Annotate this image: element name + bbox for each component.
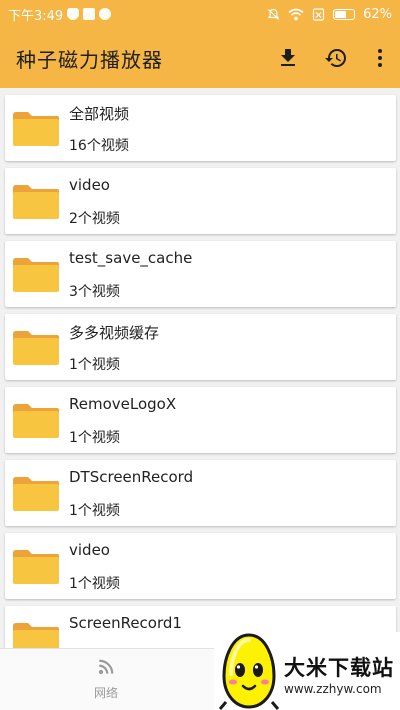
watermark-title: 大米下载站 xyxy=(284,656,394,680)
folder-video-count: 2个视频 xyxy=(69,211,120,227)
nav-network[interactable]: 网络 xyxy=(70,657,142,705)
watermark: 大米下载站 www.zzhyw.com xyxy=(214,632,400,710)
app-title: 种子磁力播放器 xyxy=(16,47,163,72)
folder-card[interactable]: DTScreenRecord 1个视频 xyxy=(5,460,396,526)
folder-list[interactable]: 全部视频 16个视频 video 2个视频 test_save_cache 3个视频多多视… xyxy=(0,88,400,648)
folder-card[interactable]: 多多视频缓存 1个视频 xyxy=(5,314,396,380)
download-button[interactable] xyxy=(264,34,312,82)
more-vert-icon xyxy=(378,49,382,67)
folder-icon xyxy=(13,477,59,511)
battery-percent: 62% xyxy=(363,6,392,22)
folder-name: DTScreenRecord xyxy=(69,468,194,486)
watermark-logo-icon xyxy=(218,633,280,710)
folder-icon xyxy=(13,258,59,292)
rss-icon xyxy=(98,659,114,675)
folder-icon xyxy=(13,404,59,438)
folder-icon xyxy=(13,623,59,648)
history-button[interactable] xyxy=(312,34,360,82)
folder-video-count: 1个视频 xyxy=(69,503,120,519)
wifi-icon xyxy=(288,8,304,20)
folder-video-count: 3个视频 xyxy=(69,284,120,300)
folder-name: video xyxy=(69,541,110,559)
folder-video-count: 1个视频 xyxy=(69,576,120,592)
app-bar: 种子磁力播放器 xyxy=(0,28,400,88)
more-options-button[interactable] xyxy=(360,34,400,82)
app-notification-icon xyxy=(83,8,96,20)
status-bar: 下午3:49 62% xyxy=(0,0,400,28)
folder-name: RemoveLogoX xyxy=(69,395,177,413)
folder-video-count: 1个视频 xyxy=(69,357,120,373)
mute-bell-icon xyxy=(267,8,280,20)
folder-video-count: 16个视频 xyxy=(69,138,129,154)
folder-name: ScreenRecord1 xyxy=(69,614,182,632)
folder-card[interactable]: video 1个视频 xyxy=(5,533,396,599)
nav-network-label: 网络 xyxy=(93,686,118,700)
folder-card[interactable]: video 2个视频 xyxy=(5,168,396,234)
folder-icon xyxy=(13,112,59,146)
folder-name: test_save_cache xyxy=(69,249,193,267)
folder-card[interactable]: test_save_cache 3个视频 xyxy=(5,241,396,307)
status-time: 下午3:49 xyxy=(8,8,64,24)
battery-icon xyxy=(333,8,356,20)
no-sim-icon xyxy=(312,7,325,21)
folder-icon xyxy=(13,550,59,584)
folder-card[interactable]: 全部视频 16个视频 xyxy=(5,95,396,161)
folder-icon xyxy=(13,331,59,365)
folder-video-count: 1个视频 xyxy=(69,430,120,446)
folder-card[interactable]: RemoveLogoX 1个视频 xyxy=(5,387,396,453)
folder-name: video xyxy=(69,176,110,194)
folder-name: 全部视频 xyxy=(69,105,130,123)
watermark-url: www.zzhyw.com xyxy=(284,682,382,696)
folder-name: 多多视频缓存 xyxy=(69,324,160,342)
message-notification-icon xyxy=(99,8,112,20)
shield-icon xyxy=(67,8,80,20)
history-icon xyxy=(325,49,346,68)
download-icon xyxy=(281,49,295,66)
folder-icon xyxy=(13,185,59,219)
